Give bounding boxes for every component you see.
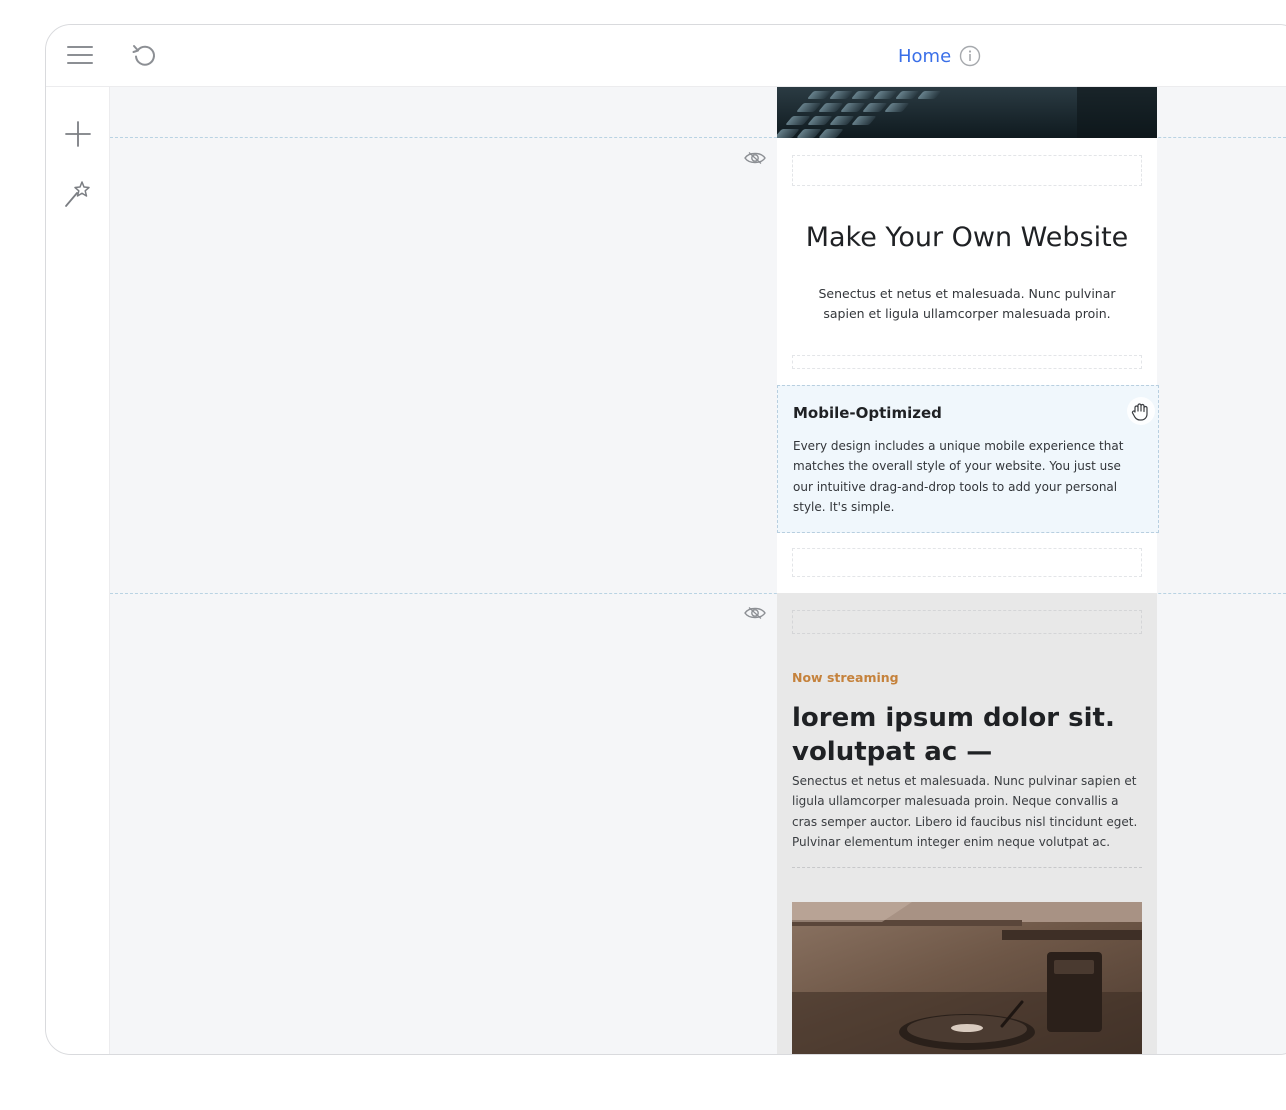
left-toolbar (46, 87, 110, 1054)
hero-title[interactable]: Make Your Own Website (777, 222, 1157, 253)
editor-window: Home Make Your Own Website Senectus et n… (45, 24, 1286, 1055)
top-bar: Home (46, 25, 1286, 87)
eye-icon[interactable] (743, 150, 767, 166)
record-player-image[interactable] (792, 902, 1142, 1054)
menu-icon[interactable] (66, 44, 94, 66)
undo-icon[interactable] (130, 41, 158, 69)
magic-wand-icon[interactable] (62, 178, 94, 210)
streaming-title[interactable]: lorem ipsum dolor sit. volutpat ac — (792, 701, 1122, 769)
mobile-preview: Make Your Own Website Senectus et netus … (777, 87, 1159, 1054)
feature-title[interactable]: Mobile-Optimized (793, 404, 942, 422)
streaming-eyebrow[interactable]: Now streaming (792, 670, 899, 685)
empty-block-placeholder[interactable] (792, 355, 1142, 369)
plus-icon[interactable] (62, 118, 94, 150)
page-title[interactable]: Home (898, 46, 951, 67)
page-selector[interactable]: Home (898, 43, 981, 69)
divider (792, 867, 1142, 868)
empty-block-placeholder[interactable] (792, 548, 1142, 577)
eye-icon[interactable] (743, 605, 767, 621)
feature-text[interactable]: Every design includes a unique mobile ex… (793, 436, 1143, 517)
streaming-section[interactable]: Now streaming lorem ipsum dolor sit. vol… (777, 593, 1157, 1054)
feature-block-selected[interactable]: Mobile-Optimized Every design includes a… (777, 385, 1159, 533)
empty-block-placeholder[interactable] (792, 155, 1142, 186)
info-icon[interactable] (959, 45, 981, 67)
streaming-text[interactable]: Senectus et netus et malesuada. Nunc pul… (792, 771, 1144, 852)
keyboard-image[interactable] (777, 87, 1157, 138)
empty-block-placeholder[interactable] (792, 610, 1142, 634)
hero-section[interactable]: Make Your Own Website Senectus et netus … (777, 138, 1159, 593)
editor-canvas[interactable]: Make Your Own Website Senectus et netus … (110, 87, 1286, 1054)
grab-hand-icon[interactable] (1126, 396, 1156, 426)
hero-text[interactable]: Senectus et netus et malesuada. Nunc pul… (803, 284, 1131, 324)
